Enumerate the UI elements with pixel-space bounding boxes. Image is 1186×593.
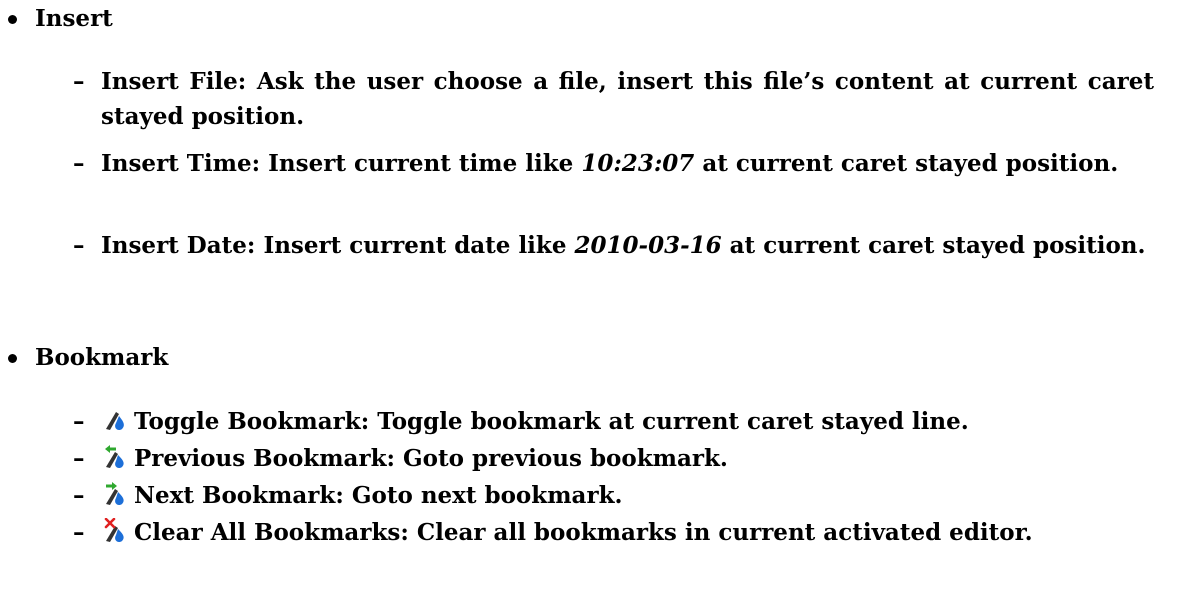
item-text: Next Bookmark: Goto next bookmark. (101, 478, 623, 513)
item-description: Toggle bookmark at current caret stayed … (377, 408, 969, 435)
item-term: Next Bookmark: (134, 482, 344, 509)
item-description: Goto next bookmark. (351, 482, 623, 509)
dash-marker: – (73, 445, 85, 472)
dash-marker: – (73, 519, 85, 546)
item-text: Insert File: Ask the user choose a file,… (101, 64, 1154, 134)
item-description: Ask the user choose a file, insert this … (101, 68, 1154, 130)
dash-marker: – (73, 68, 85, 95)
item-description-before: Insert current date like (263, 232, 567, 259)
dash-marker: – (73, 482, 85, 509)
previous-bookmark-icon (101, 444, 127, 470)
item-text: Toggle Bookmark: Toggle bookmark at curr… (101, 404, 969, 439)
dash-marker: – (73, 150, 85, 177)
item-term: Insert Time: (101, 150, 261, 177)
section-title: Insert (35, 5, 113, 32)
item-term: Insert Date: (101, 232, 256, 259)
item-example: 10:23:07 (581, 150, 695, 177)
bullet-icon (8, 15, 17, 24)
item-term: Toggle Bookmark: (134, 408, 370, 435)
item-term: Previous Bookmark: (134, 445, 396, 472)
dash-marker: – (73, 408, 85, 435)
section-title: Bookmark (35, 344, 169, 371)
item-text: Clear All Bookmarks: Clear all bookmarks… (101, 515, 1033, 550)
item-term: Insert File: (101, 68, 247, 95)
item-description-before: Insert current time like (268, 150, 574, 177)
item-description-after: at current caret stayed position. (702, 150, 1119, 177)
toggle-bookmark-icon (101, 407, 127, 433)
item-text: Previous Bookmark: Goto previous bookmar… (101, 441, 728, 476)
next-bookmark-icon (101, 481, 127, 507)
item-description: Goto previous bookmark. (403, 445, 728, 472)
item-description-after: at current caret stayed position. (729, 232, 1146, 259)
bullet-icon (8, 354, 17, 363)
item-text: Insert Time: Insert current time like 10… (101, 146, 1154, 181)
item-term: Clear All Bookmarks: (134, 519, 409, 546)
clear-all-bookmarks-icon (101, 518, 127, 544)
item-description: Clear all bookmarks in current activated… (416, 519, 1033, 546)
item-example: 2010-03-16 (574, 232, 722, 259)
item-text: Insert Date: Insert current date like 20… (101, 228, 1154, 263)
dash-marker: – (73, 232, 85, 259)
